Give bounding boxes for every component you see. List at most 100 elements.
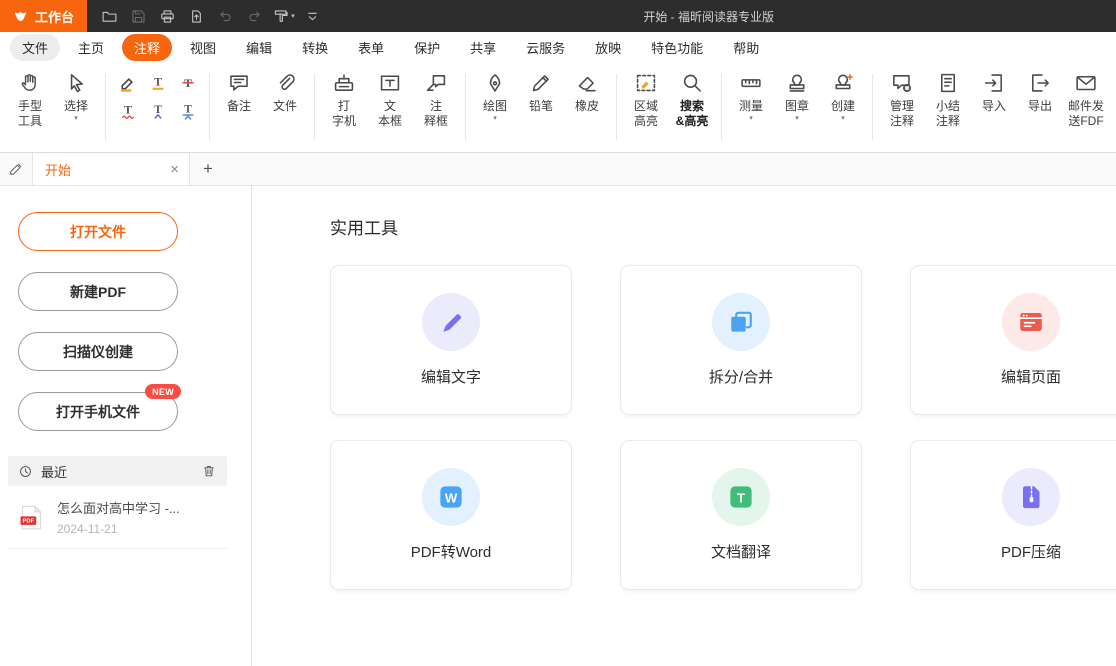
annotation-pen-icon[interactable] bbox=[0, 161, 32, 177]
quick-access-toolbar: ▾ bbox=[95, 0, 327, 32]
tool-card-label: PDF转Word bbox=[411, 541, 492, 562]
sidebar-button-open-file[interactable]: 打开文件 bbox=[18, 212, 178, 251]
ribbon-item-label: 铅笔 bbox=[529, 99, 553, 114]
ribbon-item-sticky-note[interactable]: 备注 bbox=[216, 64, 262, 116]
recent-file-texts: 怎么面对高中学习 -... 2024-11-21 bbox=[57, 498, 180, 536]
tool-card-label: PDF压缩 bbox=[1001, 541, 1061, 562]
ribbon-item-create-stamp[interactable]: 创建▾ bbox=[820, 64, 866, 125]
open-file-icon[interactable] bbox=[95, 0, 124, 32]
underline-text-button[interactable]: T bbox=[144, 73, 171, 98]
ribbon-item-measure[interactable]: 测量▾ bbox=[728, 64, 774, 125]
text-underline-icon: T bbox=[148, 73, 168, 98]
ribbon-item-textbox[interactable]: 文 本框 bbox=[367, 64, 413, 131]
insert-text-button[interactable]: T bbox=[144, 101, 171, 126]
ribbon-group-manage: 管理 注释小结 注释导入导出邮件发 送FDF注释▾ bbox=[876, 64, 1116, 150]
ribbon-separator bbox=[209, 74, 210, 140]
ribbon-item-export-comments[interactable]: 导出 bbox=[1017, 64, 1063, 116]
ribbon-item-label: 导出 bbox=[1028, 99, 1052, 114]
ribbon-item-label: 备注 bbox=[227, 99, 251, 114]
ribbon-item-hand-tool[interactable]: 手型 工具 bbox=[7, 64, 53, 131]
ribbon-item-label: 测量 bbox=[739, 99, 763, 114]
ribbon-item-manage-comments[interactable]: 管理 注释 bbox=[879, 64, 925, 131]
pencil-icon bbox=[529, 69, 553, 96]
ribbon-item-pencil[interactable]: 铅笔 bbox=[518, 64, 564, 116]
content: 打开文件新建PDF 扫描仪创建打开手机文件NEW 最近 PDF 怎么面对高中学习 … bbox=[0, 186, 1116, 666]
strikeout-text-button[interactable]: T bbox=[174, 73, 201, 98]
sidebar-button-open-mobile-file[interactable]: 打开手机文件NEW bbox=[18, 392, 178, 431]
tool-card-doc-translate[interactable]: T文档翻译 bbox=[620, 440, 862, 590]
clear-recent-trash-icon[interactable] bbox=[201, 463, 217, 479]
recent-file-date: 2024-11-21 bbox=[57, 522, 180, 536]
ribbon-item-comments-panel[interactable]: 注释▾ bbox=[1109, 64, 1116, 125]
menu-tab-convert[interactable]: 转换 bbox=[290, 34, 340, 61]
ribbon: 手型 工具选择▾TTTTT备注文件打 字机文 本框注 释框绘图▾铅笔橡皮区域 高… bbox=[0, 62, 1116, 153]
ribbon-separator bbox=[465, 74, 466, 140]
menu-tab-help[interactable]: 帮助 bbox=[721, 34, 771, 61]
menu-tab-present[interactable]: 放映 bbox=[583, 34, 633, 61]
ruler-icon bbox=[739, 69, 763, 96]
menu-tab-protect[interactable]: 保护 bbox=[402, 34, 452, 61]
menu-tab-form[interactable]: 表单 bbox=[346, 34, 396, 61]
tool-card-label: 编辑页面 bbox=[1001, 366, 1061, 387]
menu-tab-view[interactable]: 视图 bbox=[178, 34, 228, 61]
ribbon-separator bbox=[105, 74, 106, 140]
ribbon-item-search-highlight[interactable]: 搜索 &高亮 bbox=[669, 64, 715, 131]
menu-tab-cloud[interactable]: 云服务 bbox=[514, 34, 577, 61]
recent-file-item[interactable]: PDF 怎么面对高中学习 -... 2024-11-21 bbox=[8, 486, 227, 549]
print-icon[interactable] bbox=[153, 0, 182, 32]
menu-tab-comment[interactable]: 注释 bbox=[122, 34, 172, 61]
menu-tab-file[interactable]: 文件 bbox=[10, 34, 60, 61]
workbench-button[interactable]: 工作台 bbox=[0, 0, 87, 32]
dropdown-caret-icon: ▾ bbox=[493, 115, 497, 123]
ribbon-group-highlight: 区域 高亮搜索 &高亮 bbox=[620, 64, 718, 150]
highlight-text-button[interactable] bbox=[114, 73, 141, 98]
format-brush-icon[interactable]: ▾ bbox=[269, 0, 298, 32]
share-icon[interactable] bbox=[182, 0, 211, 32]
ribbon-item-eraser[interactable]: 橡皮 bbox=[564, 64, 610, 116]
tool-card-pdf-to-word[interactable]: W PDF转Word bbox=[330, 440, 572, 590]
ribbon-item-callout[interactable]: 注 释框 bbox=[413, 64, 459, 131]
ribbon-item-import-comments[interactable]: 导入 bbox=[971, 64, 1017, 116]
svg-text:T: T bbox=[124, 103, 132, 117]
ribbon-group-measure-stamp: 测量▾图章▾创建▾ bbox=[725, 64, 869, 150]
sidebar-button-scanner-create[interactable]: 扫描仪创建 bbox=[18, 332, 178, 371]
new-tab-button[interactable]: + bbox=[190, 159, 226, 179]
svg-text:W: W bbox=[445, 490, 458, 505]
tools-grid: 编辑文字拆分/合并编辑页面 W PDF转Word T文档翻译 PDF压缩 bbox=[330, 265, 1116, 590]
stamp-icon bbox=[785, 69, 809, 96]
ribbon-separator bbox=[721, 74, 722, 140]
recent-header: 最近 bbox=[8, 456, 227, 486]
ribbon-item-typewriter[interactable]: 打 字机 bbox=[321, 64, 367, 131]
menu-tab-share[interactable]: 共享 bbox=[458, 34, 508, 61]
tool-card-split-merge[interactable]: 拆分/合并 bbox=[620, 265, 862, 415]
ribbon-item-summarize-comments[interactable]: 小结 注释 bbox=[925, 64, 971, 131]
new-badge: NEW bbox=[145, 384, 181, 399]
tool-card-edit-page[interactable]: 编辑页面 bbox=[910, 265, 1116, 415]
undo-icon[interactable] bbox=[211, 0, 240, 32]
tool-card-edit-text[interactable]: 编辑文字 bbox=[330, 265, 572, 415]
titlebar: 工作台 ▾ 开始 - 福昕阅读器专业版 bbox=[0, 0, 1116, 32]
replace-text-button[interactable]: T bbox=[174, 101, 201, 126]
ribbon-item-area-highlight[interactable]: 区域 高亮 bbox=[623, 64, 669, 131]
customize-toolbar-icon[interactable] bbox=[298, 0, 327, 32]
close-tab-icon[interactable]: × bbox=[170, 162, 179, 177]
squiggly-text-button[interactable]: T bbox=[114, 101, 141, 126]
ribbon-item-file-attachment[interactable]: 文件 bbox=[262, 64, 308, 116]
ribbon-item-draw[interactable]: 绘图▾ bbox=[472, 64, 518, 125]
tool-card-pdf-compress[interactable]: PDF压缩 bbox=[910, 440, 1116, 590]
dropdown-caret-icon: ▾ bbox=[795, 115, 799, 123]
save-icon[interactable] bbox=[124, 0, 153, 32]
menu-tab-edit[interactable]: 编辑 bbox=[234, 34, 284, 61]
sidebar: 打开文件新建PDF 扫描仪创建打开手机文件NEW 最近 PDF 怎么面对高中学习 … bbox=[0, 186, 252, 666]
menu-tab-home[interactable]: 主页 bbox=[66, 34, 116, 61]
document-tab-start[interactable]: 开始 × bbox=[32, 153, 190, 185]
menu-tabs: 文件主页注释视图编辑转换表单保护共享云服务放映特色功能帮助 bbox=[0, 32, 1116, 62]
ribbon-item-email-fdf[interactable]: 邮件发 送FDF bbox=[1063, 64, 1109, 131]
sidebar-button-new-pdf[interactable]: 新建PDF bbox=[18, 272, 178, 311]
hand-icon bbox=[18, 69, 42, 96]
ribbon-item-stamp[interactable]: 图章▾ bbox=[774, 64, 820, 125]
ribbon-item-select-tool[interactable]: 选择▾ bbox=[53, 64, 99, 125]
redo-icon[interactable] bbox=[240, 0, 269, 32]
menu-tab-features[interactable]: 特色功能 bbox=[639, 34, 715, 61]
tool-card-label: 文档翻译 bbox=[711, 541, 771, 562]
